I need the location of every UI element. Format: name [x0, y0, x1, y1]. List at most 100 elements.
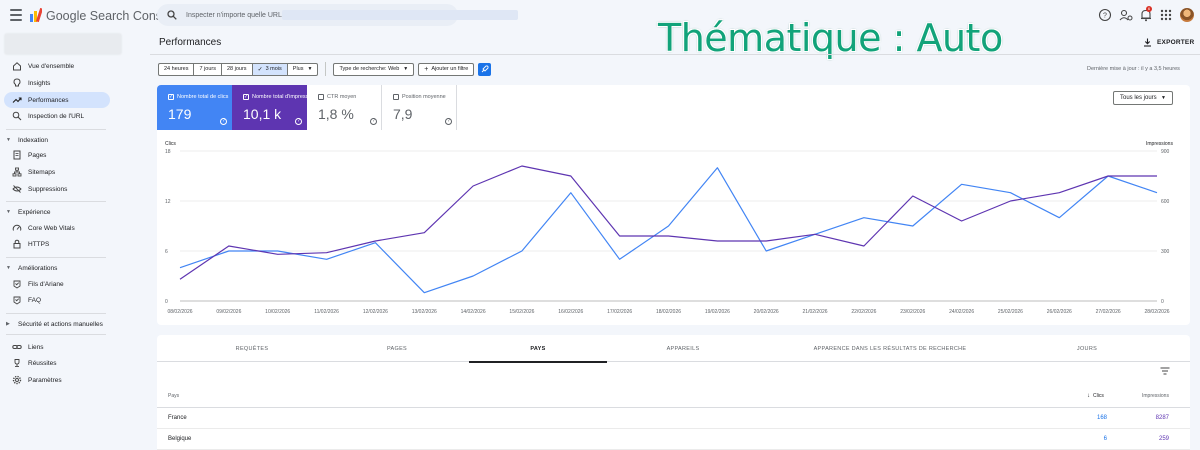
sidebar-section-experience[interactable]: ▼ Expérience	[6, 206, 51, 218]
manage-users-icon[interactable]	[1119, 8, 1133, 22]
export-button[interactable]: EXPORTER	[1143, 36, 1194, 48]
x-tick-label: 11/02/2026	[314, 309, 339, 315]
y-tick-label-right: 300	[1161, 249, 1170, 255]
cell-impressions: 259	[1158, 436, 1169, 442]
performance-chart[interactable]: 18 12 6 0 900 600 300 0 08/02/2026 09/02/2026 10/0…	[157, 85, 1190, 325]
sidebar-divider	[6, 201, 106, 202]
url-inspection-search[interactable]: Inspecter n'importe quelle URL de	[157, 4, 518, 26]
tab-countries[interactable]: PAYS	[469, 335, 607, 363]
search-type-filter[interactable]: Type de recherche: Web ▼	[333, 62, 415, 76]
compare-button[interactable]	[478, 62, 492, 76]
date-filter-3m-label: 3 mois	[265, 66, 282, 72]
top-bar: Google Search Console Inspecter n'import…	[0, 0, 1200, 31]
section-label: Sécurité et actions manuelles	[18, 320, 103, 328]
x-tick-label: 16/02/2026	[558, 309, 583, 315]
x-tick-label: 26/02/2026	[1047, 309, 1072, 315]
y-tick-label-left: 0	[165, 299, 168, 305]
sidebar-item-overview[interactable]: Vue d'ensemble	[4, 58, 110, 74]
tab-search-appearance[interactable]: APPARENCE DANS LES RÉSULTATS DE RECHERCH…	[769, 335, 1011, 362]
faq-icon	[13, 296, 21, 305]
sidebar-divider	[6, 257, 106, 258]
sidebar-item-url-inspection[interactable]: Inspection de l'URL	[4, 108, 110, 124]
cell-country: France	[168, 415, 187, 421]
lock-icon	[13, 239, 21, 249]
sidebar-section-indexation[interactable]: ▼ Indexation	[6, 134, 48, 146]
y-tick-label-left: 12	[165, 199, 171, 205]
sidebar-item-label: Performances	[28, 96, 69, 104]
x-tick-label: 12/02/2026	[363, 309, 388, 315]
tab-dates[interactable]: JOURS	[1037, 335, 1137, 362]
sidebar-item-performance[interactable]: Performances	[4, 92, 110, 108]
caret-down-icon: ▼	[6, 209, 11, 215]
add-filter-button[interactable]: + Ajouter un filtre	[418, 62, 475, 76]
avatar[interactable]	[1180, 8, 1194, 22]
performance-card: ✓ Nombre total de clics 179 ? ✓ Nombre tot…	[157, 85, 1190, 325]
sidebar-section-security[interactable]: ▶ Sécurité et actions manuelles	[6, 318, 103, 330]
property-selector[interactable]	[4, 33, 122, 55]
sidebar-divider	[6, 334, 106, 335]
date-filter-3m[interactable]: ✓ 3 mois	[252, 62, 288, 76]
download-icon	[1144, 38, 1151, 47]
notification-badge: 6	[1146, 6, 1152, 12]
x-tick-label: 17/02/2026	[607, 309, 632, 315]
section-label: Améliorations	[18, 264, 58, 272]
tab-pages[interactable]: PAGES	[317, 335, 477, 362]
sidebar-item-label: Core Web Vitals	[28, 224, 75, 232]
sidebar-item-links[interactable]: Liens	[4, 339, 110, 355]
caret-down-icon: ▼	[6, 265, 11, 271]
sidebar-item-settings[interactable]: Paramètres	[4, 372, 110, 388]
cell-clicks: 168	[1096, 415, 1107, 421]
column-header-clicks[interactable]: ↓ Clics	[1087, 393, 1104, 399]
cell-impressions: 8287	[1155, 415, 1169, 421]
y-tick-label-right: 600	[1161, 199, 1170, 205]
search-console-logo-icon[interactable]	[30, 8, 42, 22]
sitemap-icon	[12, 167, 22, 177]
menu-icon[interactable]	[10, 9, 22, 21]
sidebar-section-enhancements[interactable]: ▼ Améliorations	[6, 262, 57, 274]
sidebar-item-insights[interactable]: Insights	[4, 75, 110, 91]
x-tick-label: 28/02/2026	[1144, 309, 1169, 315]
check-icon: ✓	[257, 66, 263, 73]
x-tick-label: 24/02/2026	[949, 309, 974, 315]
date-filter-7d[interactable]: 7 jours	[194, 62, 222, 76]
tab-devices[interactable]: APPAREILS	[617, 335, 749, 362]
date-filter-28d[interactable]: 28 jours	[221, 62, 253, 76]
dropdown-arrow-icon: ▼	[307, 66, 313, 72]
column-header-country[interactable]: Pays	[168, 393, 179, 399]
y-tick-label-left: 6	[165, 249, 168, 255]
date-filter-more[interactable]: Plus ▼	[287, 62, 319, 76]
x-tick-label: 15/02/2026	[509, 309, 534, 315]
sidebar-item-achievements[interactable]: Réussites	[4, 355, 110, 371]
sidebar-item-sitemaps[interactable]: Sitemaps	[4, 164, 110, 180]
svg-text:?: ?	[1103, 13, 1107, 20]
sidebar-item-pages[interactable]: Pages	[4, 147, 110, 163]
export-label: EXPORTER	[1157, 38, 1195, 46]
sidebar-item-https[interactable]: HTTPS	[4, 236, 110, 252]
filter-list-icon[interactable]	[1160, 367, 1170, 375]
sidebar-item-removals[interactable]: Suppressions	[4, 181, 110, 197]
table-row[interactable]: France 168 8287	[157, 408, 1190, 429]
x-tick-label: 19/02/2026	[705, 309, 730, 315]
x-tick-label: 09/02/2026	[216, 309, 241, 315]
header-divider	[150, 54, 1200, 55]
cell-country: Belgique	[168, 436, 192, 442]
help-icon[interactable]: ?	[1098, 8, 1112, 22]
sidebar-item-label: Inspection de l'URL	[28, 112, 85, 120]
x-tick-label: 22/02/2026	[851, 309, 876, 315]
sidebar-item-label: Insights	[28, 79, 51, 87]
series-line-impressions	[179, 165, 1157, 280]
sidebar-item-label: Paramètres	[28, 376, 62, 384]
dimensions-table-card: REQUÊTES PAGES PAYS APPAREILS APPARENCE …	[157, 335, 1190, 450]
sidebar-item-breadcrumbs[interactable]: Fils d'Ariane	[4, 276, 110, 292]
apps-grid-icon[interactable]	[1159, 8, 1173, 22]
sidebar-item-label: Vue d'ensemble	[28, 62, 75, 70]
x-tick-label: 08/02/2026	[167, 309, 192, 315]
date-filter-24h[interactable]: 24 heures	[158, 62, 195, 76]
sidebar-item-core-web-vitals[interactable]: Core Web Vitals	[4, 220, 110, 236]
search-icon	[12, 111, 22, 121]
x-tick-label: 20/02/2026	[754, 309, 779, 315]
y-tick-label-left: 18	[165, 149, 171, 155]
sidebar-item-faq[interactable]: FAQ	[4, 292, 110, 308]
table-row[interactable]: Belgique 6 259	[157, 429, 1190, 450]
column-header-impressions[interactable]: Impressions	[1142, 393, 1169, 399]
